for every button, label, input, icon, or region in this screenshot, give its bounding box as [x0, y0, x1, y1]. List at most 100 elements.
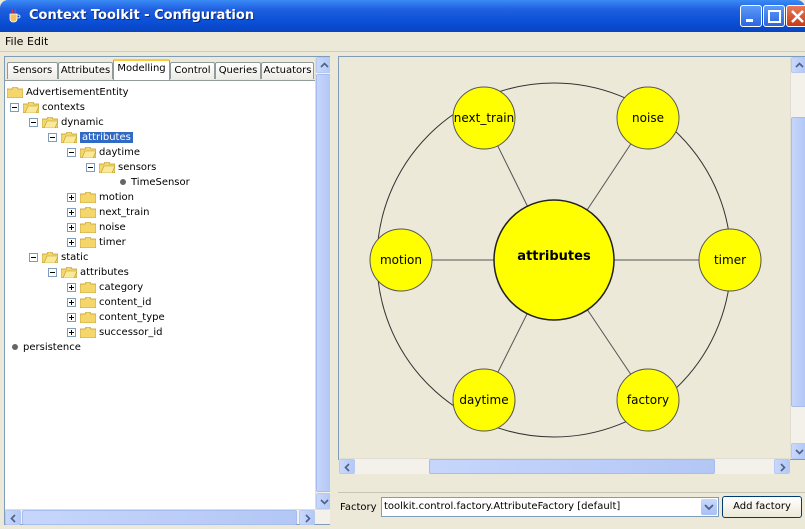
scroll-up-button[interactable] [791, 57, 805, 73]
collapse-toggle[interactable] [29, 117, 38, 127]
graph-vertical-scrollbar[interactable] [790, 57, 805, 459]
tree-node-noise[interactable]: noise [67, 220, 126, 234]
scroll-down-button[interactable] [791, 443, 805, 459]
graph-center-node[interactable]: attributes [493, 199, 615, 321]
tree-label: AdvertisementEntity [26, 86, 129, 98]
tree-label: static [61, 251, 89, 263]
graph-node-noise[interactable]: noise [616, 86, 680, 150]
tree-node-dynamic[interactable]: dynamic [29, 115, 104, 129]
scroll-right-button[interactable] [774, 459, 790, 474]
tree-node-root[interactable]: AdvertisementEntity [7, 85, 129, 99]
folder-open-icon [61, 266, 77, 278]
minimize-button[interactable] [740, 5, 762, 27]
expand-toggle[interactable] [67, 327, 76, 337]
tree-vertical-scrollbar[interactable] [315, 57, 331, 509]
attribute-graph: next_train noise motion timer daytime fa… [369, 82, 762, 438]
close-icon [791, 10, 804, 23]
title-bar: Context Toolkit - Configuration [0, 0, 805, 32]
tree-horizontal-scrollbar[interactable] [5, 509, 330, 525]
tree-node-attributes[interactable]: attributes [48, 130, 133, 144]
graph-node-daytime[interactable]: daytime [452, 368, 516, 432]
expand-toggle[interactable] [67, 192, 76, 202]
graph-horizontal-scrollbar[interactable] [339, 458, 790, 474]
add-factory-button[interactable]: Add factory [722, 496, 802, 518]
graph-node-next-train[interactable]: next_train [452, 86, 516, 150]
tree-label: sensors [118, 161, 157, 173]
tree-node-next-train[interactable]: next_train [67, 205, 149, 219]
graph-node-motion[interactable]: motion [369, 228, 433, 292]
maximize-button[interactable] [763, 5, 785, 27]
tab-sensors[interactable]: Sensors [7, 62, 58, 79]
center-node-label: attributes [517, 249, 591, 264]
menu-edit[interactable]: Edit [27, 35, 48, 48]
tree-label: content_id [99, 296, 152, 308]
tree-label: next_train [99, 206, 150, 218]
node-label: next_train [454, 111, 515, 125]
scroll-up-button[interactable] [316, 57, 331, 73]
tree-node-content-type[interactable]: content_type [67, 310, 165, 324]
expand-toggle[interactable] [67, 207, 76, 217]
tab-queries[interactable]: Queries [215, 62, 261, 79]
graph-pane: next_train noise motion timer daytime fa… [338, 56, 805, 474]
collapse-toggle[interactable] [29, 252, 38, 262]
dropdown-button[interactable] [701, 499, 717, 515]
tree-node-daytime[interactable]: daytime [67, 145, 140, 159]
tree-node-timer[interactable]: timer [67, 235, 126, 249]
tree-node-contexts[interactable]: contexts [10, 100, 85, 114]
tree-node-content-id[interactable]: content_id [67, 295, 151, 309]
left-pane: Sensors Attributes Modelling Control Que… [4, 56, 331, 525]
scroll-left-button[interactable] [5, 510, 21, 525]
folder-open-icon [80, 146, 96, 158]
collapse-toggle[interactable] [48, 267, 57, 277]
expand-toggle[interactable] [67, 222, 76, 232]
collapse-toggle[interactable] [67, 147, 76, 157]
node-label: daytime [459, 393, 508, 407]
expand-toggle[interactable] [67, 297, 76, 307]
tab-modelling[interactable]: Modelling [113, 59, 170, 80]
close-button[interactable] [786, 5, 805, 27]
expand-toggle[interactable] [67, 312, 76, 322]
tab-actuators[interactable]: Actuators [261, 62, 314, 79]
node-label: timer [714, 253, 746, 267]
tree-node-static-attributes[interactable]: attributes [48, 265, 129, 279]
folder-icon [80, 191, 96, 203]
graph-canvas: next_train noise motion timer daytime fa… [339, 57, 790, 459]
tree-node-motion[interactable]: motion [67, 190, 134, 204]
collapse-toggle[interactable] [10, 102, 19, 112]
split-pane-divider[interactable] [330, 56, 338, 525]
scroll-thumb[interactable] [316, 74, 331, 492]
scroll-left-button[interactable] [339, 459, 355, 474]
folder-icon [80, 281, 96, 293]
expand-toggle[interactable] [67, 282, 76, 292]
tree-label: contexts [42, 101, 85, 113]
collapse-toggle[interactable] [48, 132, 57, 142]
scroll-down-button[interactable] [316, 493, 331, 509]
menu-file[interactable]: File [5, 35, 23, 48]
tree-node-successor-id[interactable]: successor_id [67, 325, 162, 339]
chevron-left-icon [344, 463, 350, 472]
graph-node-factory[interactable]: factory [616, 368, 680, 432]
tree-node-timesensor[interactable]: TimeSensor [117, 175, 190, 189]
node-label: factory [627, 393, 669, 407]
folder-icon [80, 311, 96, 323]
graph-node-timer[interactable]: timer [698, 228, 762, 292]
tree-node-persistence[interactable]: persistence [9, 340, 81, 354]
expand-toggle[interactable] [67, 237, 76, 247]
factory-bar: Factory toolkit.control.factory.Attribut… [338, 492, 805, 526]
minimize-icon [746, 19, 753, 22]
scroll-thumb[interactable] [22, 510, 297, 525]
scroll-right-button[interactable] [299, 510, 315, 525]
tree-node-static[interactable]: static [29, 250, 88, 264]
chevron-up-icon [795, 62, 804, 68]
chevron-left-icon [10, 514, 16, 523]
tab-control[interactable]: Control [170, 62, 215, 79]
collapse-toggle[interactable] [86, 162, 95, 172]
tree-node-category[interactable]: category [67, 280, 143, 294]
tree-node-sensors[interactable]: sensors [86, 160, 156, 174]
factory-select[interactable]: toolkit.control.factory.AttributeFactory… [381, 497, 719, 517]
scroll-thumb[interactable] [429, 459, 715, 474]
tab-attributes[interactable]: Attributes [58, 62, 113, 79]
tab-bar: Sensors Attributes Modelling Control Que… [5, 57, 315, 81]
scroll-thumb[interactable] [791, 117, 805, 407]
folder-icon [80, 206, 96, 218]
